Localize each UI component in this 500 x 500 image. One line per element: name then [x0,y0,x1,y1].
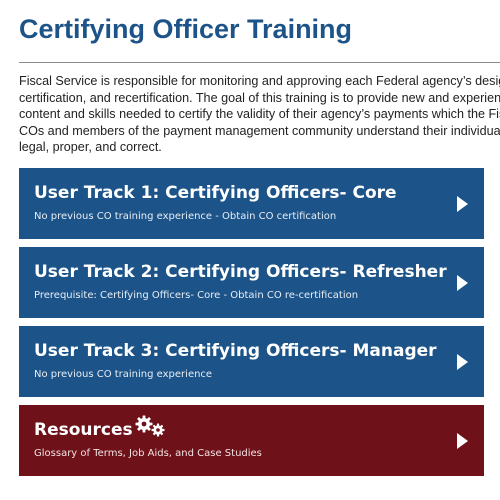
track-title: User Track 1: Certifying Officers- Core [34,183,397,203]
track-subtitle: No previous CO training experience - Obt… [34,211,337,222]
resources-link[interactable]: Resources Glossary of Terms, Job Aids, a… [19,405,484,476]
intro-line: certification, and recertification. The … [19,90,500,105]
user-track-3-link[interactable]: User Track 3: Certifying Officers- Manag… [19,326,484,397]
user-track-1-link[interactable]: User Track 1: Certifying Officers- Core … [19,168,484,239]
intro-paragraph: Fiscal Service is responsible for monito… [19,73,500,156]
arrow-right-icon [457,196,468,212]
resources-title: Resources [34,415,168,443]
page-title: Certifying Officer Training [19,14,353,44]
track-title: Resources [34,420,133,440]
page: Certifying Officer Training Fiscal Servi… [0,0,500,500]
arrow-right-icon [457,354,468,370]
intro-line: COs and members of the payment managemen… [19,123,500,138]
track-subtitle: Glossary of Terms, Job Aids, and Case St… [34,448,262,459]
track-title: User Track 2: Certifying Officers- Refre… [34,262,447,282]
intro-line: legal, proper, and correct. [19,140,162,154]
gears-icon [134,415,168,443]
intro-line: content and skills needed to certify the… [19,107,500,121]
track-subtitle: Prerequisite: Certifying Officers- Core … [34,290,359,301]
arrow-right-icon [457,275,468,291]
intro-line: Fiscal Service is responsible for monito… [19,74,500,88]
track-subtitle: No previous CO training experience [34,369,213,380]
title-divider [19,62,500,63]
user-track-2-link[interactable]: User Track 2: Certifying Officers- Refre… [19,247,484,318]
track-title: User Track 3: Certifying Officers- Manag… [34,341,437,361]
arrow-right-icon [457,433,468,449]
